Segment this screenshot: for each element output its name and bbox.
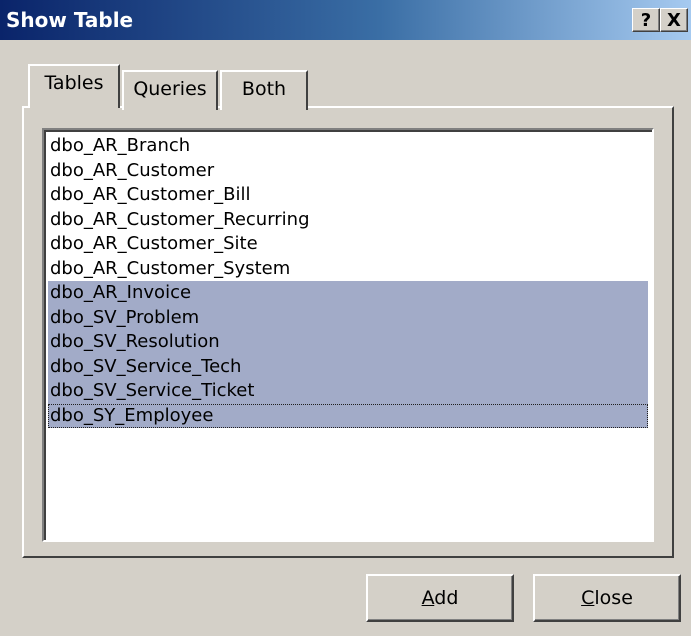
table-listbox[interactable]: dbo_AR_Branch dbo_AR_Customer dbo_AR_Custo… bbox=[42, 128, 654, 542]
list-item[interactable]: dbo_SV_Service_Tech bbox=[48, 354, 648, 379]
list-item[interactable]: dbo_AR_Branch bbox=[48, 134, 648, 159]
list-item[interactable]: dbo_AR_Customer_Bill bbox=[48, 183, 648, 208]
list-item[interactable]: dbo_AR_Customer_System bbox=[48, 257, 648, 282]
list-item[interactable]: dbo_SV_Service_Ticket bbox=[48, 379, 648, 404]
tab-queries[interactable]: Queries bbox=[122, 70, 218, 110]
close-icon[interactable]: X bbox=[660, 8, 688, 32]
list-item[interactable]: dbo_AR_Invoice bbox=[48, 281, 648, 306]
show-table-dialog: Show Table ? X Tables Queries Both dbo_A… bbox=[0, 0, 691, 636]
close-button-label: lose bbox=[594, 587, 633, 609]
list-item[interactable]: dbo_SV_Problem bbox=[48, 305, 648, 330]
help-button[interactable]: ? bbox=[632, 8, 660, 32]
list-item[interactable]: dbo_SV_Resolution bbox=[48, 330, 648, 355]
title-bar[interactable]: Show Table ? X bbox=[0, 0, 691, 40]
close-button-accel: C bbox=[581, 587, 595, 609]
add-button-accel: A bbox=[421, 587, 435, 609]
table-list: dbo_AR_Branch dbo_AR_Customer dbo_AR_Custo… bbox=[48, 134, 648, 428]
list-item[interactable]: dbo_SY_Employee bbox=[48, 403, 648, 428]
list-item[interactable]: dbo_AR_Customer_Recurring bbox=[48, 208, 648, 233]
list-item[interactable]: dbo_AR_Customer bbox=[48, 159, 648, 184]
dialog-title: Show Table bbox=[6, 8, 134, 32]
tab-tables[interactable]: Tables bbox=[28, 64, 120, 108]
tab-both[interactable]: Both bbox=[220, 70, 308, 110]
close-button[interactable]: Close bbox=[533, 574, 681, 622]
list-item[interactable]: dbo_AR_Customer_Site bbox=[48, 232, 648, 257]
add-button[interactable]: Add bbox=[366, 574, 514, 622]
add-button-label: dd bbox=[434, 587, 459, 609]
